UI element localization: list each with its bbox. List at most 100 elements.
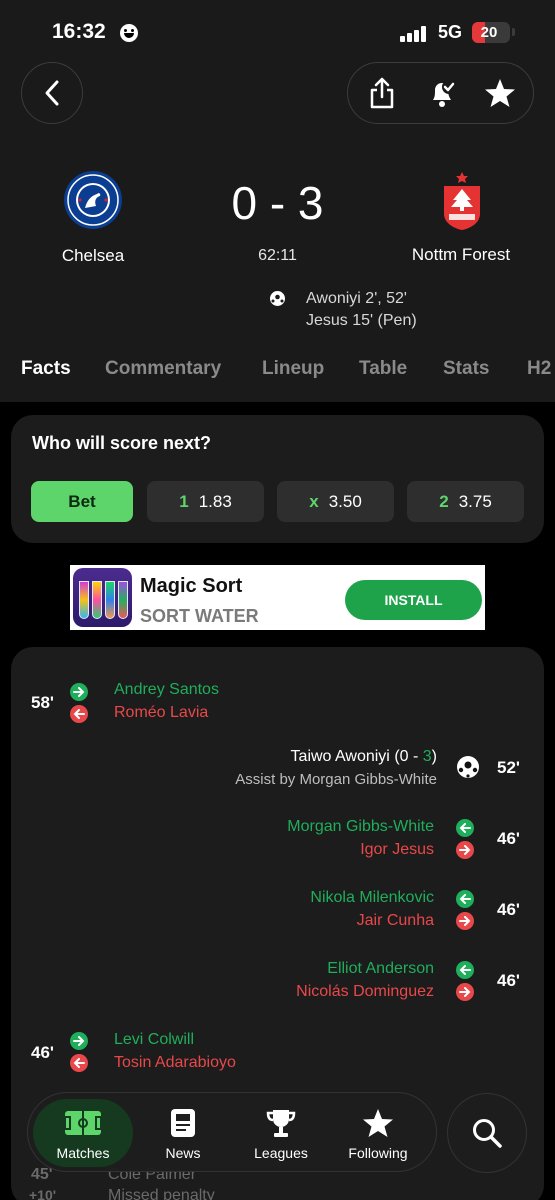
betting-title: Who will score next? [32,433,212,453]
match-clock: 62:11 [258,247,297,264]
share-button[interactable] [362,73,402,113]
forest-crest-icon [444,172,480,230]
player-in[interactable]: Elliot Anderson [327,960,434,978]
star-icon [485,79,515,107]
odds-draw-button[interactable]: x 3.50 [277,481,394,522]
odds-draw-value: 3.50 [328,491,362,511]
player-out[interactable]: Jair Cunha [357,912,434,930]
player-in[interactable]: Morgan Gibbs-White [287,818,434,836]
home-team-crest[interactable] [63,170,123,230]
news-icon [163,1107,203,1139]
missed-penalty-label: Missed penalty [108,1187,215,1200]
tab-h2h[interactable]: H2 [527,358,551,380]
status-bar: 16:32 5G 20 [0,0,555,60]
player-in[interactable]: Nikola Milenkovic [310,889,434,907]
bet-button[interactable]: Bet [31,481,133,522]
odds-home-button[interactable]: 1 1.83 [147,481,264,522]
bottom-navigation: Matches News Leagues Following [27,1092,437,1172]
event-minute: 46' [31,1043,54,1062]
sub-in-arrow-icon [456,961,474,979]
favorite-button[interactable] [480,73,520,113]
sub-in-arrow-icon [456,819,474,837]
goal-score-value: 3 [422,748,432,765]
nav-news[interactable]: News [133,1099,233,1167]
trophy-icon [261,1107,301,1139]
odds-away-button[interactable]: 2 3.75 [407,481,524,522]
sub-out-arrow-icon [456,912,474,930]
scorer-line-2: Jesus 15' (Pen) [306,312,417,329]
sub-out-arrow-icon [456,841,474,859]
nav-leagues-label: Leagues [254,1145,308,1161]
nav-following-label: Following [348,1145,408,1161]
status-time: 16:32 [52,20,106,43]
away-team-name[interactable]: Nottm Forest [381,245,541,265]
ad-install-button[interactable]: INSTALL [345,580,482,620]
odds-home-key: 1 [179,491,189,511]
goal-scorer: Taiwo Awoniyi [290,748,390,765]
sub-in-arrow-icon [70,683,88,701]
nav-following[interactable]: Following [328,1099,428,1167]
odds-draw-key: x [309,491,319,511]
tab-commentary[interactable]: Commentary [105,358,221,380]
chelsea-crest-icon [64,171,122,229]
player-in[interactable]: Levi Colwill [114,1031,194,1049]
ad-banner[interactable]: Magic Sort SORT WATER INSTALL [70,565,485,630]
tab-table[interactable]: Table [359,358,407,380]
match-actions [347,62,534,124]
nav-leagues[interactable]: Leagues [231,1099,331,1167]
odds-away-value: 3.75 [458,491,492,511]
goal-assist: Assist by Morgan Gibbs-White [235,771,437,788]
network-type: 5G [438,22,463,42]
home-team-name[interactable]: Chelsea [13,246,173,266]
nav-news-label: News [165,1145,201,1161]
sub-out-arrow-icon [70,1054,88,1072]
event-minute: 58' [31,693,54,712]
betting-card: Who will score next? Bet 1 1.83 x 3.50 2… [11,415,544,543]
bell-check-icon [433,80,456,107]
star-icon [358,1107,398,1139]
tab-stats[interactable]: Stats [443,358,489,380]
player-out[interactable]: Nicolás Dominguez [296,983,434,1001]
event-extra-time: +10' [29,1187,57,1200]
share-icon [370,77,394,109]
event-minute: 46' [497,900,520,919]
nav-matches-label: Matches [56,1145,110,1161]
sub-in-arrow-icon [70,1032,88,1050]
sub-in-arrow-icon [456,890,474,908]
nav-matches[interactable]: Matches [33,1099,133,1167]
odds-home-value: 1.83 [198,491,232,511]
player-out[interactable]: Roméo Lavia [114,704,208,722]
search-icon [473,1119,502,1148]
event-minute: 46' [497,829,520,848]
notifications-button[interactable] [422,73,462,113]
back-button[interactable] [21,62,83,124]
pitch-icon [63,1107,103,1139]
magic-sort-app-icon [73,568,132,627]
away-team-crest[interactable] [440,170,484,232]
odds-away-key: 2 [439,491,449,511]
player-out[interactable]: Igor Jesus [360,841,434,859]
search-button[interactable] [447,1093,527,1173]
ad-title: Magic Sort [140,575,243,597]
goal-ball-icon [456,755,480,784]
scorer-line-1: Awoniyi 2', 52' [306,290,407,307]
signal-icon [400,26,430,42]
battery-level: 20 [480,24,498,41]
event-minute: 52' [497,758,520,777]
player-out[interactable]: Tosin Adarabioyo [114,1054,236,1072]
ad-subtitle: SORT WATER [140,606,259,626]
match-tabs: Facts Commentary Lineup Table Stats H2 [0,358,555,388]
goal-score-suffix: ) [431,748,437,765]
event-minute: 45' [31,1166,53,1183]
player-in[interactable]: Andrey Santos [114,681,219,699]
goal-score-prefix: (0 - [394,748,423,765]
battery-tip [512,28,515,36]
tab-facts[interactable]: Facts [21,358,71,380]
sub-out-arrow-icon [456,983,474,1001]
chevron-left-icon [45,80,59,106]
goal-event[interactable]: Taiwo Awoniyi (0 - 3) [291,748,437,766]
tab-lineup[interactable]: Lineup [262,358,324,380]
battery-icon: 20 [472,22,510,43]
event-minute: 46' [497,971,520,990]
match-score: 0 - 3 [231,177,324,229]
